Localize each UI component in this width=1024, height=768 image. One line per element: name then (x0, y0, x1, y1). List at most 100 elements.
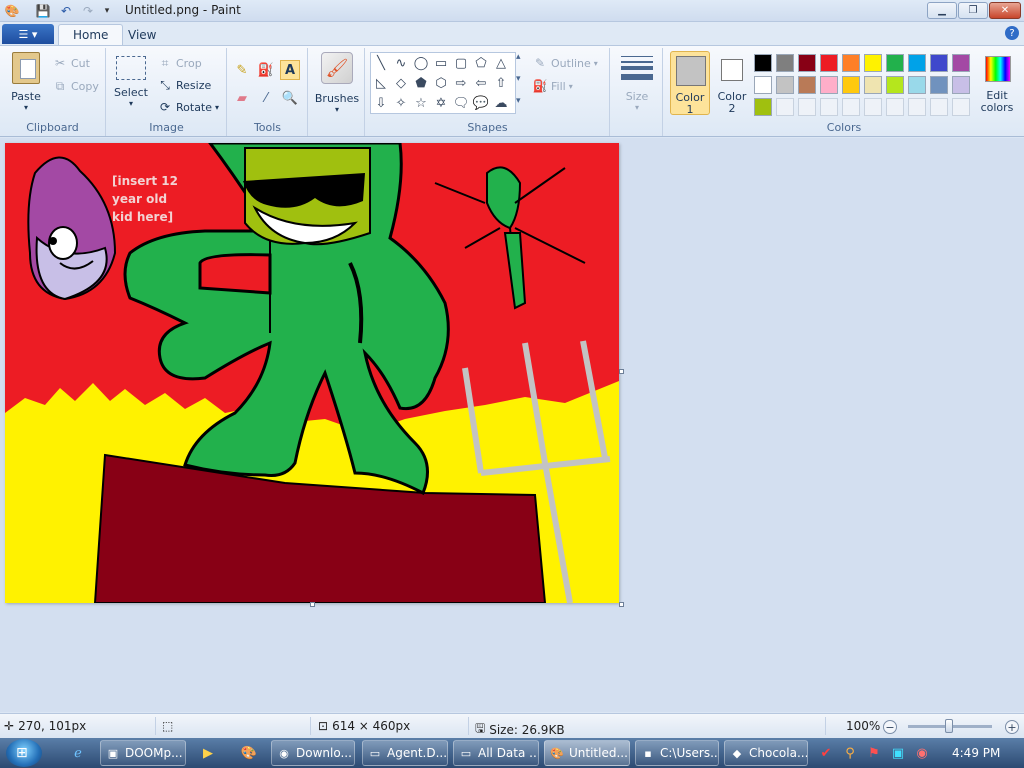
taskbar-item-doom[interactable]: ▣ DOOMp... (100, 740, 186, 766)
cut-button[interactable]: ✂ Cut (52, 55, 90, 71)
color-swatch[interactable] (886, 54, 904, 72)
fill-button[interactable]: ⛽ Fill ▾ (532, 78, 573, 94)
color-swatch[interactable] (908, 76, 926, 94)
color-swatch[interactable] (754, 76, 772, 94)
paint-taskbar-icon[interactable]: 🎨 (239, 743, 259, 763)
custom-color-slot[interactable] (820, 98, 838, 116)
up-arrow-shape-icon[interactable]: ⇧ (491, 73, 511, 93)
color-swatch[interactable] (864, 54, 882, 72)
color-swatch[interactable] (886, 76, 904, 94)
canvas-resize-handle-right[interactable] (619, 369, 624, 374)
color-swatch[interactable] (754, 54, 772, 72)
brushes-button[interactable]: 🖌 Brushes ▾ (315, 52, 359, 114)
pentagon-shape-icon[interactable]: ⬟ (411, 73, 431, 93)
start-button[interactable]: ⊞ (6, 739, 42, 767)
color-swatch[interactable] (754, 98, 772, 116)
zoom-out-button[interactable]: − (883, 720, 897, 734)
minimize-button[interactable]: ▁ (927, 2, 957, 19)
diamond-shape-icon[interactable]: ◇ (391, 73, 411, 93)
taskbar-item-agent[interactable]: ▭ Agent.D... (362, 740, 448, 766)
custom-color-slot[interactable] (842, 98, 860, 116)
custom-color-slot[interactable] (776, 98, 794, 116)
text-tool-icon[interactable]: A (280, 60, 300, 80)
paint-menu-button[interactable]: ☰ ▾ (2, 24, 54, 44)
maximize-button[interactable]: ❐ (958, 2, 988, 19)
tray-speaker-icon[interactable]: ◉ (912, 743, 932, 763)
color-picker-icon[interactable]: ⁄ (256, 88, 276, 108)
taskbar-item-untitled-paint[interactable]: 🎨 Untitled.... (544, 740, 630, 766)
resize-button[interactable]: ⤡ Resize (157, 77, 211, 93)
color-swatch[interactable] (930, 54, 948, 72)
six-point-star-shape-icon[interactable]: ✡ (431, 93, 451, 113)
paint-app-icon[interactable]: 🎨 (4, 3, 20, 19)
canvas-workspace[interactable]: [insert 12 year old kid here] (0, 138, 1024, 712)
left-arrow-shape-icon[interactable]: ⇦ (471, 73, 491, 93)
customize-toolbar-icon[interactable]: ▾ (99, 3, 115, 19)
custom-color-slot[interactable] (930, 98, 948, 116)
tab-view[interactable]: View (114, 24, 170, 45)
custom-color-slot[interactable] (886, 98, 904, 116)
pencil-icon[interactable]: ✎ (232, 60, 252, 80)
size-button[interactable]: Size ▾ (617, 54, 657, 112)
tray-flag-icon[interactable]: ⚑ (864, 743, 884, 763)
redo-icon[interactable]: ↷ (80, 3, 96, 19)
rectangle-shape-icon[interactable]: ▭ (431, 53, 451, 73)
shapes-expand-icon[interactable]: ▾ (516, 96, 521, 106)
oval-shape-icon[interactable]: ◯ (411, 53, 431, 73)
eraser-icon[interactable]: ▰ (232, 88, 252, 108)
copy-button[interactable]: ⧉ Copy (52, 78, 99, 94)
taskbar-item-all-data[interactable]: ▭ All Data ... (453, 740, 539, 766)
undo-icon[interactable]: ↶ (58, 3, 74, 19)
paste-button[interactable]: Paste ▾ (6, 52, 46, 112)
oval-callout-shape-icon[interactable]: 💬 (471, 93, 491, 113)
color2-button[interactable]: Color 2 (714, 51, 750, 115)
four-point-star-shape-icon[interactable]: ✧ (391, 93, 411, 113)
right-triangle-shape-icon[interactable]: ◺ (371, 73, 391, 93)
taskbar-item-command-prompt[interactable]: ▪ C:\Users... (635, 740, 719, 766)
taskbar-item-chrome-downloads[interactable]: ◉ Downlo... (271, 740, 355, 766)
custom-color-slot[interactable] (952, 98, 970, 116)
color-swatch[interactable] (798, 76, 816, 94)
five-point-star-shape-icon[interactable]: ☆ (411, 93, 431, 113)
save-icon[interactable]: 💾 (35, 3, 51, 19)
custom-color-slot[interactable] (798, 98, 816, 116)
shapes-scroll-down-icon[interactable]: ▾ (516, 74, 521, 84)
tray-monitor-icon[interactable]: ▣ (888, 743, 908, 763)
color-swatch[interactable] (820, 54, 838, 72)
shapes-scroll-up-icon[interactable]: ▴ (516, 52, 521, 62)
color-swatch[interactable] (842, 54, 860, 72)
color-swatch[interactable] (776, 76, 794, 94)
zoom-slider-thumb[interactable] (945, 719, 953, 733)
rounded-rectangle-shape-icon[interactable]: ▢ (451, 53, 471, 73)
color-swatch[interactable] (952, 54, 970, 72)
color1-button[interactable]: Color 1 (670, 51, 710, 116)
triangle-shape-icon[interactable]: △ (491, 53, 511, 73)
close-button[interactable]: ✕ (989, 2, 1021, 19)
edit-colors-button[interactable]: Edit colors (976, 54, 1018, 118)
zoom-in-button[interactable]: + (1005, 720, 1019, 734)
magnifier-icon[interactable]: 🔍 (280, 88, 300, 108)
drawing-canvas[interactable]: [insert 12 year old kid here] (5, 143, 619, 603)
internet-explorer-icon[interactable]: ℯ (68, 743, 88, 763)
fill-bucket-icon[interactable]: ⛽ (256, 60, 276, 80)
outline-button[interactable]: ✎ Outline ▾ (532, 55, 598, 71)
curve-shape-icon[interactable]: ∿ (391, 53, 411, 73)
color-swatch[interactable] (776, 54, 794, 72)
custom-color-slot[interactable] (864, 98, 882, 116)
help-icon[interactable]: ? (1005, 26, 1019, 40)
down-arrow-shape-icon[interactable]: ⇩ (371, 93, 391, 113)
color-swatch[interactable] (842, 76, 860, 94)
taskbar-item-chocolate[interactable]: ◆ Chocola... (724, 740, 808, 766)
color-swatch[interactable] (864, 76, 882, 94)
custom-color-slot[interactable] (908, 98, 926, 116)
taskbar-clock[interactable]: 4:49 PM (952, 746, 1000, 760)
canvas-resize-handle-bottom[interactable] (310, 602, 315, 607)
line-shape-icon[interactable]: ╲ (371, 53, 391, 73)
hexagon-shape-icon[interactable]: ⬡ (431, 73, 451, 93)
color-swatch[interactable] (798, 54, 816, 72)
color-swatch[interactable] (952, 76, 970, 94)
select-button[interactable]: Select ▾ (113, 56, 149, 108)
canvas-resize-handle-corner[interactable] (619, 602, 624, 607)
polygon-shape-icon[interactable]: ⬠ (471, 53, 491, 73)
color-swatch[interactable] (820, 76, 838, 94)
